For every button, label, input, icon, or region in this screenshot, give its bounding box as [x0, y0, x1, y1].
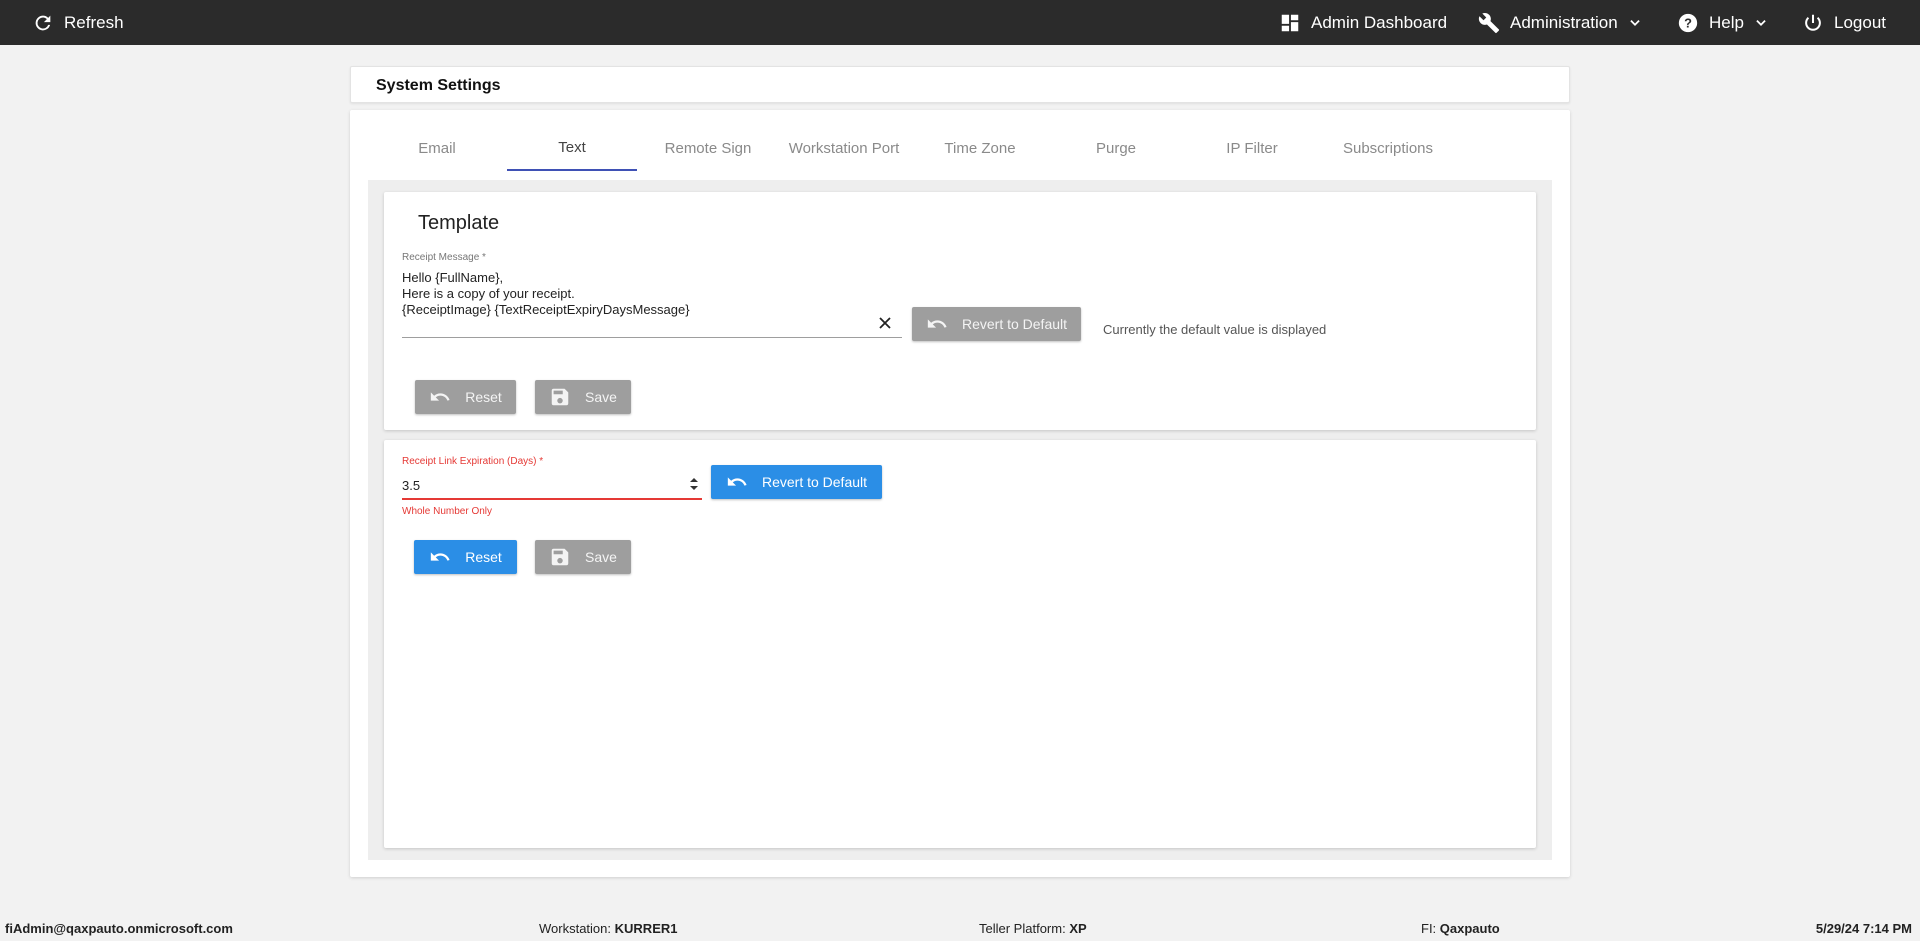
- tab-text[interactable]: Text: [507, 126, 637, 171]
- logout-button[interactable]: Logout: [1802, 0, 1886, 45]
- reset-label: Reset: [465, 549, 502, 565]
- fi-value: Qaxpauto: [1439, 921, 1500, 936]
- refresh-icon: [32, 12, 54, 34]
- administration-menu[interactable]: Administration: [1478, 0, 1642, 45]
- receipt-link-expiration-input[interactable]: 3.5: [402, 478, 420, 493]
- undo-icon: [431, 552, 450, 561]
- workstation-value: KURRER1: [614, 921, 678, 936]
- reset-button[interactable]: Reset: [414, 540, 517, 574]
- admin-dashboard-link[interactable]: Admin Dashboard: [1279, 0, 1447, 45]
- platform-label: Teller Platform:: [979, 921, 1066, 936]
- administration-label: Administration: [1510, 12, 1618, 32]
- clear-icon[interactable]: [877, 315, 893, 331]
- footer-workstation: Workstation: KURRER1: [539, 921, 677, 936]
- tab-remote-sign[interactable]: Remote Sign: [643, 126, 773, 171]
- page-title: System Settings: [376, 77, 501, 94]
- dashboard-icon: [1279, 12, 1301, 34]
- svg-text:?: ?: [1684, 15, 1692, 30]
- chevron-down-icon: [1754, 12, 1768, 34]
- receipt-message-underline: [402, 337, 902, 338]
- footer-fi: FI: Qaxpauto: [1421, 921, 1500, 936]
- admin-dashboard-label: Admin Dashboard: [1311, 12, 1448, 32]
- text-tab-content: Template Receipt Message * Hello {FullNa…: [368, 180, 1552, 860]
- template-card: Template Receipt Message * Hello {FullNa…: [384, 192, 1536, 430]
- validation-error: Whole Number Only: [402, 506, 493, 517]
- tab-email[interactable]: Email: [372, 126, 502, 171]
- receipt-message-label: Receipt Message *: [402, 252, 486, 263]
- power-icon: [1802, 12, 1824, 34]
- tab-time-zone[interactable]: Time Zone: [915, 126, 1045, 171]
- save-icon: [551, 548, 569, 566]
- help-circle-icon: ?: [1677, 12, 1699, 34]
- undo-icon: [727, 477, 747, 486]
- workstation-label: Workstation:: [539, 921, 612, 936]
- fi-label: FI:: [1421, 921, 1437, 936]
- receipt-link-expiration-label: Receipt Link Expiration (Days) *: [402, 456, 544, 467]
- platform-value: XP: [1069, 921, 1087, 936]
- number-spinner-icon[interactable]: [688, 475, 700, 493]
- chevron-down-icon: [1628, 12, 1642, 34]
- tab-subscriptions[interactable]: Subscriptions: [1323, 126, 1453, 171]
- help-label: Help: [1709, 12, 1744, 32]
- tab-workstation-port[interactable]: Workstation Port: [779, 126, 909, 171]
- settings-panel: Email Text Remote Sign Workstation Port …: [350, 110, 1570, 877]
- revert-to-default-button[interactable]: Revert to Default: [711, 465, 882, 499]
- tab-purge[interactable]: Purge: [1051, 126, 1181, 171]
- logout-label: Logout: [1834, 12, 1886, 32]
- help-menu[interactable]: ? Help: [1677, 0, 1768, 45]
- template-title: Template: [418, 212, 500, 234]
- save-label: Save: [585, 549, 617, 565]
- top-navigation-bar: Refresh Admin Dashboard Administration ?…: [0, 0, 1920, 45]
- revert-to-default-button[interactable]: Revert to Default: [912, 307, 1081, 341]
- settings-tabs: Email Text Remote Sign Workstation Port …: [368, 126, 1552, 171]
- save-button[interactable]: Save: [535, 540, 631, 574]
- reset-label: Reset: [465, 389, 502, 405]
- save-label: Save: [585, 389, 617, 405]
- revert-label: Revert to Default: [761, 474, 868, 490]
- reset-button[interactable]: Reset: [415, 380, 516, 414]
- footer-user: fiAdmin@qaxpauto.onmicrosoft.com: [5, 921, 233, 936]
- footer-datetime: 5/29/24 7:14 PM: [1815, 921, 1912, 936]
- expiration-card: Receipt Link Expiration (Days) * 3.5 Who…: [384, 440, 1536, 848]
- receipt-message-textarea[interactable]: Hello {FullName}, Here is a copy of your…: [402, 270, 872, 318]
- wrench-icon: [1478, 12, 1500, 34]
- status-footer: fiAdmin@qaxpauto.onmicrosoft.com Worksta…: [0, 917, 1920, 941]
- default-value-note: Currently the default value is displayed: [1103, 322, 1327, 337]
- page-title-card: System Settings: [350, 66, 1570, 103]
- refresh-label: Refresh: [64, 12, 124, 32]
- expiration-input-underline: [402, 498, 702, 500]
- tab-ip-filter[interactable]: IP Filter: [1187, 126, 1317, 171]
- footer-platform: Teller Platform: XP: [979, 921, 1087, 936]
- revert-label: Revert to Default: [961, 316, 1068, 332]
- refresh-button[interactable]: Refresh: [32, 0, 124, 45]
- save-button[interactable]: Save: [535, 380, 631, 414]
- undo-icon: [927, 319, 947, 328]
- save-icon: [551, 388, 569, 406]
- undo-icon: [431, 392, 450, 401]
